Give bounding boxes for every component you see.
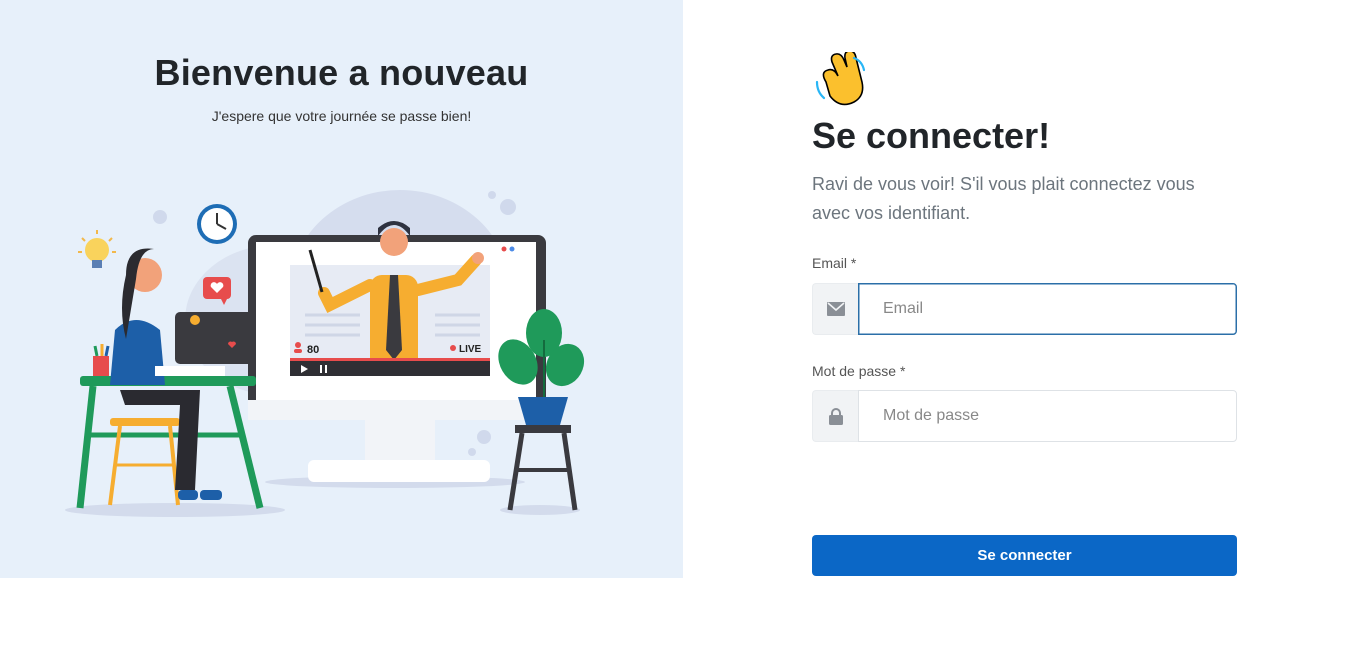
email-input-group (812, 283, 1237, 335)
viewer-count: 80 (307, 344, 319, 356)
login-submit-button[interactable]: Se connecter (812, 535, 1237, 576)
login-subtitle: Ravi de vous voir! S'il vous plait conne… (812, 174, 1195, 223)
email-input[interactable] (858, 283, 1237, 335)
welcome-panel: Bienvenue a nouveau J'espere que votre j… (0, 0, 683, 578)
login-panel: Se connecter! Ravi de vous voir! S'il vo… (812, 0, 1237, 660)
login-title: Se connecter! (812, 115, 1051, 156)
password-label: Mot de passe * (812, 363, 906, 379)
clock-icon (197, 204, 237, 244)
password-addon (812, 390, 858, 442)
envelope-icon (826, 302, 845, 316)
live-badge: LIVE (459, 344, 482, 355)
email-label: Email * (812, 255, 857, 271)
email-addon (812, 283, 858, 335)
welcome-subtitle: J'espere que votre journée se passe bien… (211, 108, 472, 124)
password-input[interactable] (858, 390, 1237, 442)
online-class-illustration: 80 LIVE (65, 190, 585, 517)
lock-icon (828, 407, 843, 425)
waving-hand-icon (815, 52, 866, 106)
lightbulb-icon (78, 230, 116, 268)
welcome-title: Bienvenue a nouveau (154, 52, 529, 93)
password-input-group (812, 390, 1237, 442)
